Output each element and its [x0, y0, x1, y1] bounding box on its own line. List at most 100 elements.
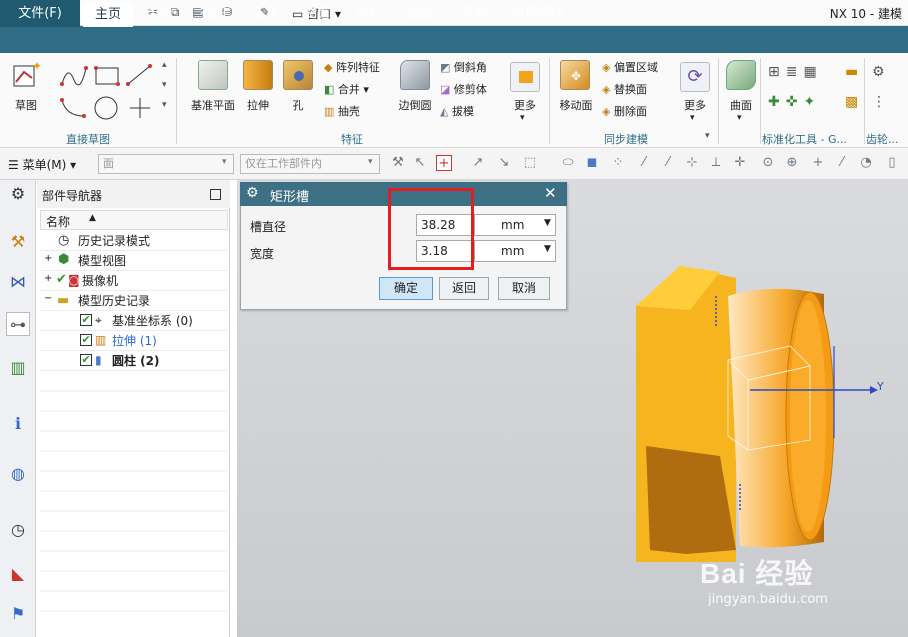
face-point-icon[interactable]: ◔ — [858, 155, 874, 171]
navigator-column-header[interactable]: 名称 ▲ — [40, 210, 228, 230]
standard-tools-edit-icon[interactable]: ▬ — [845, 64, 858, 80]
wrench-icon[interactable]: ✜ — [786, 94, 804, 110]
more-sync-icon[interactable]: ⟳ — [680, 62, 710, 92]
move-face-icon[interactable]: ✥ — [560, 60, 590, 90]
cancel-button[interactable]: 取消 — [498, 277, 550, 300]
tab-curve[interactable]: 曲线 — [398, 0, 444, 27]
more-features-label[interactable]: 更多 — [506, 97, 544, 113]
surface-label[interactable]: 曲面 — [724, 97, 758, 113]
tab-file[interactable]: 文件(F) — [0, 0, 80, 27]
surface-dropdown[interactable]: ▾ — [737, 113, 742, 123]
checkbox-checked[interactable]: ✔ — [80, 354, 92, 366]
web-browser-icon[interactable]: ℹ — [6, 412, 30, 436]
type-filter-select[interactable]: 面 — [98, 154, 234, 174]
control-point-icon[interactable]: ⟂ — [708, 155, 724, 171]
tab-home[interactable]: 主页 — [83, 2, 133, 27]
chamfer-button[interactable]: ◩ 倒斜角 — [440, 59, 487, 75]
shell-button[interactable]: ▥ 抽壳 — [324, 103, 360, 119]
checkbox-checked[interactable]: ✔ — [80, 334, 92, 346]
expand-icon[interactable]: + — [44, 273, 52, 284]
sync-group-dropdown[interactable]: ▾ — [705, 131, 710, 141]
constraint-navigator-icon[interactable]: ⋈ — [6, 270, 30, 294]
surface-icon[interactable] — [726, 60, 756, 90]
datum-plane-icon[interactable] — [198, 60, 228, 90]
box-select-icon[interactable]: ⬚ — [522, 155, 538, 171]
scope-filter-select[interactable]: 仅在工作部件内 — [240, 154, 380, 174]
bolt-icon[interactable]: ✚ — [768, 94, 786, 110]
extrude-label[interactable]: 拉伸 — [240, 97, 276, 113]
gear-tool2-icon[interactable]: ⋮ — [872, 94, 886, 110]
tree-row-history-mode[interactable]: ◷ 历史记录模式 — [40, 231, 228, 251]
curve-point-icon[interactable]: ⁄ — [834, 155, 850, 171]
history-palette-icon[interactable]: ◍ — [6, 462, 30, 486]
select-icon[interactable]: ↖ — [412, 155, 428, 171]
assembly-navigator-icon[interactable]: ⚒ — [6, 230, 30, 254]
expand-icon[interactable]: + — [44, 253, 52, 264]
deselect-icon[interactable]: ↘ — [496, 155, 512, 171]
edge-blend-label[interactable]: 边倒圆 — [394, 97, 436, 113]
tree-row-cylinder[interactable]: ✔ ▮ 圆柱 (2) — [40, 351, 228, 371]
maximize-icon[interactable] — [210, 189, 221, 200]
tab-surface[interactable]: 曲面 — [294, 0, 340, 27]
more-features-icon[interactable] — [510, 62, 540, 92]
sketch-gallery-scroll[interactable]: ▴ ▾ ▾ — [162, 60, 167, 110]
point-snap-icon[interactable]: + — [810, 155, 826, 171]
gear-part-icon[interactable]: ✦ — [803, 94, 821, 110]
checkbox-checked[interactable]: ✔ — [80, 314, 92, 326]
more-sync-dropdown[interactable]: ▾ — [690, 113, 695, 123]
move-face-label[interactable]: 移动面 — [555, 97, 597, 113]
replace-face-button[interactable]: ◈ 替换面 — [602, 81, 647, 97]
stack-icon[interactable]: ≣ — [786, 64, 804, 80]
menu-button[interactable]: ☰ 菜单(M) ▾ — [8, 156, 76, 173]
datum-plane-label[interactable]: 基准平面 — [187, 97, 239, 113]
more-dropdown[interactable]: ▾ — [520, 113, 525, 123]
pattern-icon[interactable]: ⁘ — [610, 155, 626, 171]
tab-analysis[interactable]: 分析 — [138, 0, 184, 27]
unite-button[interactable]: ◧ 合并 ▾ — [324, 81, 369, 97]
cursor-icon[interactable]: ↗ — [470, 155, 486, 171]
line-snap-icon[interactable]: ⁄ — [636, 155, 652, 171]
hole-label[interactable]: 孔 — [284, 97, 312, 113]
draft-button[interactable]: ◭ 拔模 — [440, 103, 474, 119]
tree-row-datum-csys[interactable]: ✔ ⌖ 基准坐标系 (0) — [40, 311, 228, 331]
reuse-library-icon[interactable]: ▥ — [6, 356, 30, 380]
tree-row-model-history[interactable]: − ▬ 模型历史记录 — [40, 291, 228, 311]
sketch-button[interactable]: ✦ — [10, 58, 42, 90]
settings-gear-icon[interactable]: ⚙ — [6, 182, 30, 206]
tree-row-model-views[interactable]: + ⬢ 模型视图 — [40, 251, 228, 271]
collapse-icon[interactable]: − — [44, 293, 52, 304]
endpoint-icon[interactable]: ⁄ — [660, 155, 676, 171]
offset-region-button[interactable]: ◈ 偏置区域 — [602, 59, 658, 75]
part-navigator-icon[interactable]: ⊶ — [6, 312, 30, 336]
roles-icon[interactable]: ⚑ — [6, 602, 30, 626]
center-icon[interactable]: ⊙ — [760, 155, 776, 171]
standard-tools-print-icon[interactable]: ▩ — [845, 94, 858, 110]
snap-icon[interactable]: ⚒ — [390, 155, 406, 171]
cube-icon[interactable]: ◼ — [584, 155, 600, 171]
history-clock-icon[interactable]: ◷ — [6, 518, 30, 542]
tab-view[interactable]: 视图 — [190, 0, 236, 27]
more-sync-label[interactable]: 更多 — [676, 97, 714, 113]
quadrant-icon[interactable]: ⊕ — [784, 155, 800, 171]
trim-body-button[interactable]: ◪ 修剪体 — [440, 81, 487, 97]
delete-face-button[interactable]: ◈ 删除面 — [602, 103, 647, 119]
body-icon[interactable]: ⬭ — [560, 155, 576, 171]
tab-tools[interactable]: 工具 — [242, 0, 288, 27]
hole-icon[interactable] — [283, 60, 313, 90]
tab-assembly[interactable]: 装配 — [346, 0, 392, 27]
extrude-icon[interactable] — [243, 60, 273, 90]
filter-add-icon[interactable]: + — [436, 155, 452, 171]
midpoint-icon[interactable]: ⊹ — [684, 155, 700, 171]
ok-button[interactable]: 确定 — [379, 277, 433, 300]
dialog-gear-icon[interactable]: ⚙ — [246, 185, 259, 201]
tree-row-camera[interactable]: + ✔ ◙ 摄像机 — [40, 271, 228, 291]
system-materials-icon[interactable]: ◣ — [6, 562, 30, 586]
tab-render[interactable]: 渲染 — [450, 0, 496, 27]
bounded-icon[interactable]: ▯ — [884, 155, 900, 171]
tree-row-extrude[interactable]: ✔ ▥ 拉伸 (1) — [40, 331, 228, 351]
part-model[interactable] — [600, 250, 900, 570]
back-button[interactable]: 返回 — [439, 277, 489, 300]
intersection-icon[interactable]: ✛ — [732, 155, 748, 171]
pattern-feature-button[interactable]: ◆ 阵列特征 — [324, 59, 380, 75]
gear-tool-icon[interactable]: ⚙ — [872, 64, 885, 80]
